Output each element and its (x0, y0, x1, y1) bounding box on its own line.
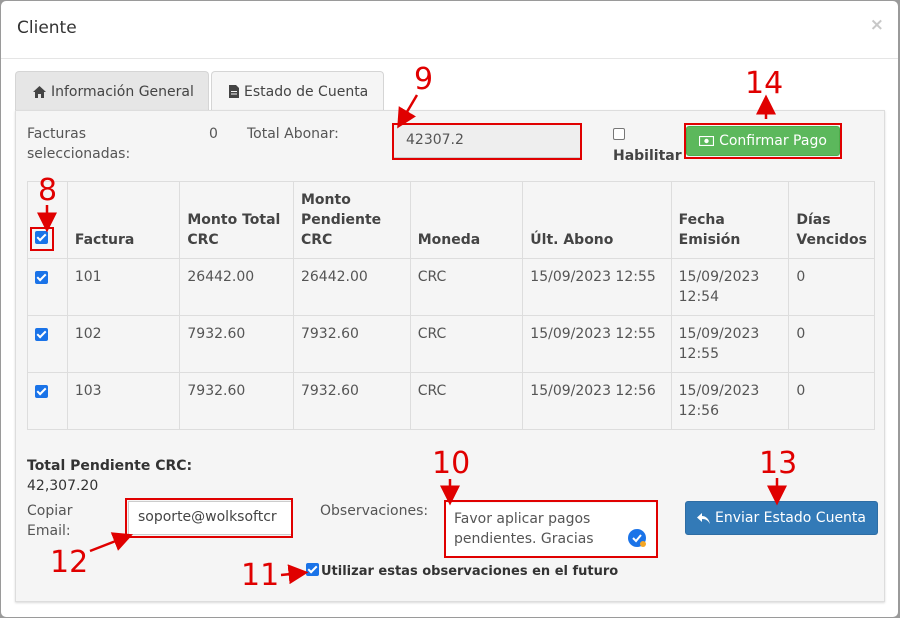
arrow-11 (280, 564, 309, 585)
arrow-9 (397, 94, 419, 129)
annotation-arrows (37, 94, 787, 585)
arrow-12 (89, 532, 133, 553)
